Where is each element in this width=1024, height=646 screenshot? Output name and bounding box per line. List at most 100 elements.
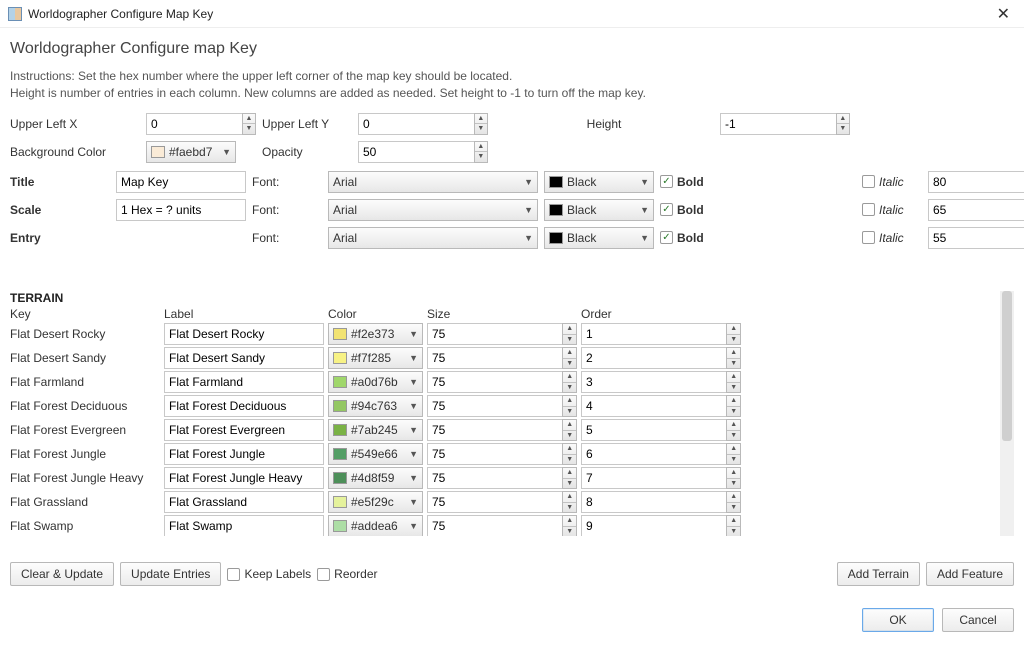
title-row-label: Title xyxy=(10,175,110,189)
terrain-order-spinner[interactable]: ▲▼ xyxy=(581,371,741,393)
terrain-order-spinner[interactable]: ▲▼ xyxy=(581,323,741,345)
terrain-size-spinner[interactable]: ▲▼ xyxy=(427,419,577,441)
title-italic-checkbox[interactable]: Italic xyxy=(862,175,922,189)
add-feature-button[interactable]: Add Feature xyxy=(926,562,1014,586)
terrain-label-input[interactable] xyxy=(164,491,324,513)
terrain-size-input[interactable] xyxy=(427,491,562,513)
terrain-size-spinner[interactable]: ▲▼ xyxy=(427,323,577,345)
col-key: Key xyxy=(10,307,160,321)
close-icon[interactable]: ✕ xyxy=(991,4,1016,24)
opacity-input[interactable] xyxy=(358,141,474,163)
terrain-order-input[interactable] xyxy=(581,467,726,489)
title-color-combo[interactable]: Black▼ xyxy=(544,171,654,193)
title-bold-checkbox[interactable]: Bold xyxy=(660,175,720,189)
instructions-line-1: Instructions: Set the hex number where t… xyxy=(10,68,1014,85)
terrain-order-input[interactable] xyxy=(581,323,726,345)
terrain-order-input[interactable] xyxy=(581,491,726,513)
terrain-size-input[interactable] xyxy=(427,443,562,465)
terrain-size-spinner[interactable]: ▲▼ xyxy=(427,395,577,417)
terrain-order-spinner[interactable]: ▲▼ xyxy=(581,347,741,369)
terrain-label-input[interactable] xyxy=(164,395,324,417)
bgcolor-value: #faebd7 xyxy=(169,145,218,159)
entry-size-input[interactable] xyxy=(928,227,1024,249)
add-terrain-button[interactable]: Add Terrain xyxy=(837,562,920,586)
scale-italic-checkbox[interactable]: Italic xyxy=(862,203,922,217)
title-font-label: Font: xyxy=(252,175,322,189)
terrain-label-input[interactable] xyxy=(164,467,324,489)
terrain-size-spinner[interactable]: ▲▼ xyxy=(427,347,577,369)
terrain-order-spinner[interactable]: ▲▼ xyxy=(581,467,741,489)
terrain-color-combo[interactable]: #7ab245▼ xyxy=(328,419,423,441)
terrain-color-combo[interactable]: #4d8f59▼ xyxy=(328,467,423,489)
terrain-size-input[interactable] xyxy=(427,395,562,417)
title-font-combo[interactable]: Arial▼ xyxy=(328,171,538,193)
terrain-size-input[interactable] xyxy=(427,347,562,369)
title-size-spinner[interactable]: ▲▼ xyxy=(928,171,1024,193)
entry-color-combo[interactable]: Black▼ xyxy=(544,227,654,249)
chevron-down-icon: ▼ xyxy=(409,497,418,507)
spin-btns[interactable]: ▲▼ xyxy=(242,113,256,135)
upper-left-x-spinner[interactable]: ▲▼ xyxy=(146,113,256,135)
height-spinner[interactable]: ▲▼ xyxy=(720,113,850,135)
terrain-order-input[interactable] xyxy=(581,443,726,465)
terrain-color-combo[interactable]: #f2e373▼ xyxy=(328,323,423,345)
terrain-size-input[interactable] xyxy=(427,419,562,441)
entry-italic-checkbox[interactable]: Italic xyxy=(862,231,922,245)
terrain-label-input[interactable] xyxy=(164,347,324,369)
terrain-label-input[interactable] xyxy=(164,323,324,345)
terrain-label-input[interactable] xyxy=(164,515,324,536)
instructions-line-2: Height is number of entries in each colu… xyxy=(10,85,1014,102)
title-size-input[interactable] xyxy=(928,171,1024,193)
height-input[interactable] xyxy=(720,113,836,135)
terrain-row: Flat Desert Sandy#f7f285▼▲▼▲▼ xyxy=(10,347,1000,369)
upper-left-y-input[interactable] xyxy=(358,113,474,135)
scale-font-combo[interactable]: Arial▼ xyxy=(328,199,538,221)
terrain-order-spinner[interactable]: ▲▼ xyxy=(581,443,741,465)
terrain-color-combo[interactable]: #94c763▼ xyxy=(328,395,423,417)
terrain-order-input[interactable] xyxy=(581,395,726,417)
upper-left-y-spinner[interactable]: ▲▼ xyxy=(358,113,488,135)
terrain-color-combo[interactable]: #addea6▼ xyxy=(328,515,423,536)
opacity-spinner[interactable]: ▲▼ xyxy=(358,141,488,163)
scale-color-combo[interactable]: Black▼ xyxy=(544,199,654,221)
terrain-order-input[interactable] xyxy=(581,347,726,369)
title-value-input[interactable] xyxy=(116,171,246,193)
terrain-order-spinner[interactable]: ▲▼ xyxy=(581,491,741,513)
ok-button[interactable]: OK xyxy=(862,608,934,632)
entry-font-combo[interactable]: Arial▼ xyxy=(328,227,538,249)
terrain-order-input[interactable] xyxy=(581,419,726,441)
terrain-label-input[interactable] xyxy=(164,371,324,393)
col-color: Color xyxy=(328,307,423,321)
scale-value-input[interactable] xyxy=(116,199,246,221)
scale-size-input[interactable] xyxy=(928,199,1024,221)
upper-left-x-input[interactable] xyxy=(146,113,242,135)
bgcolor-swatch xyxy=(151,146,165,158)
terrain-size-spinner[interactable]: ▲▼ xyxy=(427,443,577,465)
terrain-color-combo[interactable]: #549e66▼ xyxy=(328,443,423,465)
terrain-color-combo[interactable]: #a0d76b▼ xyxy=(328,371,423,393)
terrain-order-input[interactable] xyxy=(581,371,726,393)
terrain-label-input[interactable] xyxy=(164,419,324,441)
entry-bold-checkbox[interactable]: Bold xyxy=(660,231,720,245)
terrain-size-spinner[interactable]: ▲▼ xyxy=(427,371,577,393)
col-size: Size xyxy=(427,307,577,321)
terrain-order-spinner[interactable]: ▲▼ xyxy=(581,395,741,417)
scale-bold-checkbox[interactable]: Bold xyxy=(660,203,720,217)
terrain-order-input[interactable] xyxy=(581,515,726,536)
terrain-size-input[interactable] xyxy=(427,323,562,345)
bgcolor-combo[interactable]: #faebd7 ▼ xyxy=(146,141,236,163)
terrain-order-spinner[interactable]: ▲▼ xyxy=(581,515,741,536)
scale-size-spinner[interactable]: ▲▼ xyxy=(928,199,1024,221)
terrain-size-input[interactable] xyxy=(427,371,562,393)
terrain-size-input[interactable] xyxy=(427,467,562,489)
cancel-button[interactable]: Cancel xyxy=(942,608,1014,632)
terrain-size-spinner[interactable]: ▲▼ xyxy=(427,515,577,536)
terrain-order-spinner[interactable]: ▲▼ xyxy=(581,419,741,441)
terrain-color-combo[interactable]: #f7f285▼ xyxy=(328,347,423,369)
terrain-size-input[interactable] xyxy=(427,515,562,536)
terrain-color-combo[interactable]: #e5f29c▼ xyxy=(328,491,423,513)
entry-size-spinner[interactable]: ▲▼ xyxy=(928,227,1024,249)
terrain-label-input[interactable] xyxy=(164,443,324,465)
terrain-size-spinner[interactable]: ▲▼ xyxy=(427,491,577,513)
terrain-size-spinner[interactable]: ▲▼ xyxy=(427,467,577,489)
